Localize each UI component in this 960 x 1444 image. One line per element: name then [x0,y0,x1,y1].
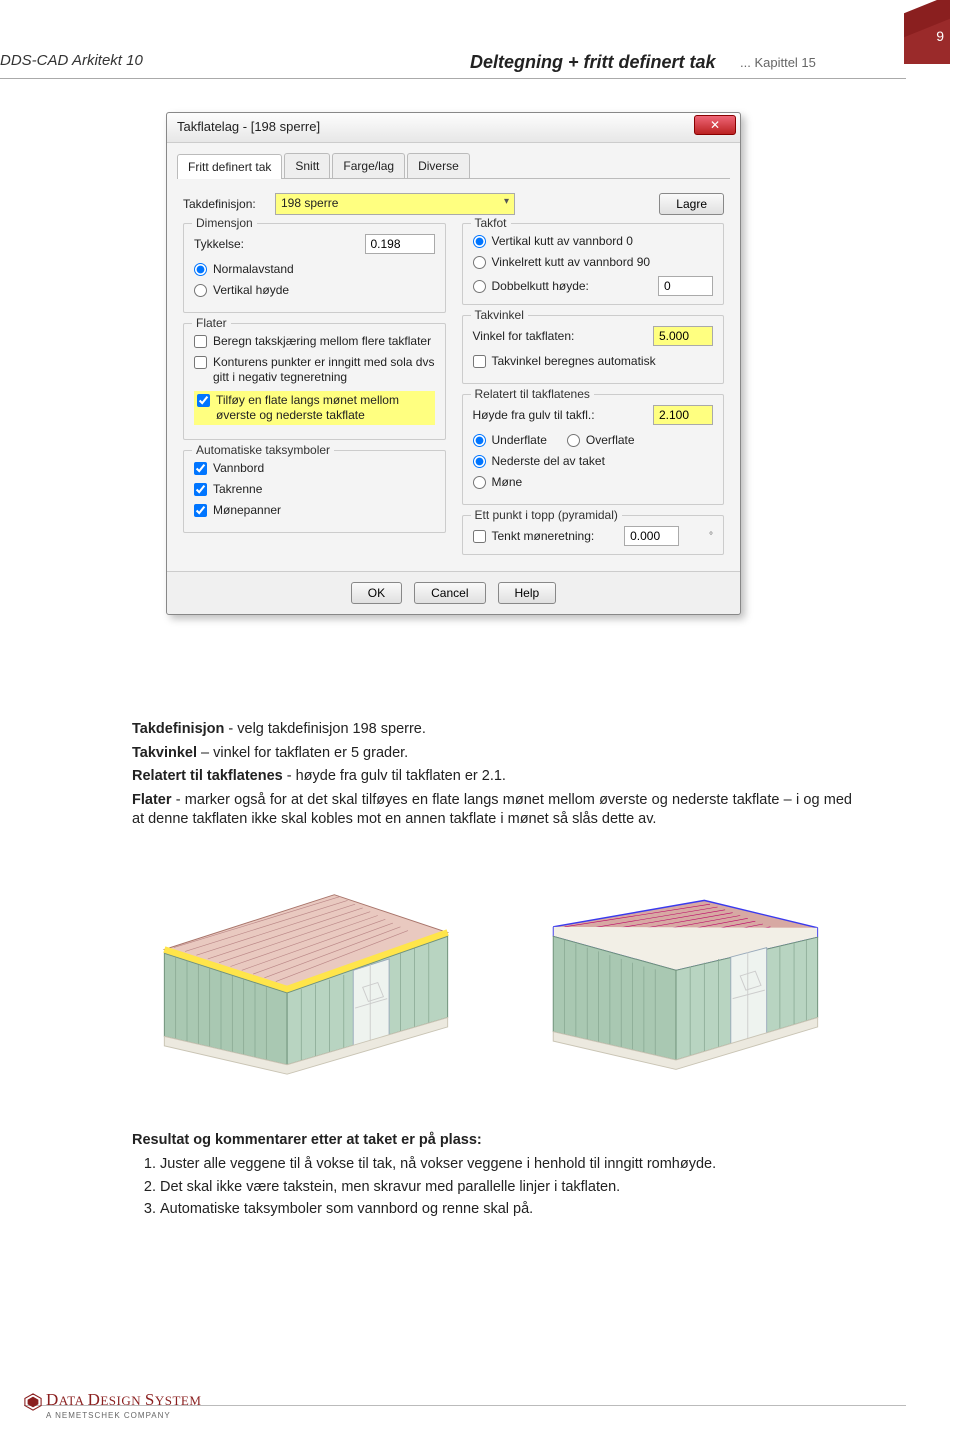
nederste-radio[interactable]: Nederste del av taket [473,454,714,469]
hoyde-label: Høyde fra gulv til takfl.: [473,408,595,422]
takflatelag-dialog: Takflatelag - [198 sperre] ✕ Fritt defin… [166,112,741,615]
takdefinisjon-row: Takdefinisjon: 198 sperre Lagre [183,193,724,215]
kontur-checkbox[interactable]: Konturens punkter er inngitt med sola dv… [194,355,435,385]
tykkelse-label: Tykkelse: [194,237,244,251]
logo-subtitle: A NEMETSCHEK COMPANY [46,1411,201,1420]
takfot-title: Takfot [471,216,511,230]
dialog-title: Takflatelag - [198 sperre] [177,119,320,134]
takdefinisjon-select[interactable]: 198 sperre [275,193,515,215]
tab-snitt[interactable]: Snitt [284,153,330,178]
logo-icon [24,1393,42,1411]
degree-icon: ° [709,531,713,542]
overflate-radio[interactable]: Overflate [567,433,635,448]
results-title: Resultat og kommentarer etter at taket e… [132,1130,852,1150]
takvinkel-auto-checkbox[interactable]: Takvinkel beregnes automatisk [473,354,714,369]
autosymboler-title: Automatiske taksymboler [192,443,334,457]
vannbord-checkbox[interactable]: Vannbord [194,461,435,476]
underflate-radio[interactable]: Underflate [473,433,547,448]
ok-button[interactable]: OK [351,582,402,604]
takrenne-checkbox[interactable]: Takrenne [194,482,435,497]
header-product: DDS-CAD Arkitekt 10 [0,52,143,69]
mone-radio[interactable]: Møne [473,475,714,490]
dialog-body: Takdefinisjon: 198 sperre Lagre Dimensjo… [167,179,740,571]
dobbelkutt-radio[interactable]: Dobbelkutt høyde: [473,279,589,294]
dobbelkutt-input[interactable] [658,276,713,296]
dimensjon-group: Dimensjon Tykkelse: Normalavstand Vertik… [183,223,446,313]
tab-fritt-definert-tak[interactable]: Fritt definert tak [177,154,282,179]
tilfoy-checkbox[interactable]: Tilføy en flate langs mønet mellom øvers… [194,391,435,425]
pyramidal-group: Ett punkt i topp (pyramidal) Tenkt møner… [462,515,725,555]
cancel-button[interactable]: Cancel [414,582,485,604]
tab-diverse[interactable]: Diverse [407,153,470,178]
autosymboler-group: Automatiske taksymboler Vannbord Takrenn… [183,450,446,533]
relatert-title: Relatert til takflatenes [471,387,594,401]
tenkt-input[interactable] [624,526,679,546]
header-chapter: ... Kapittel 15 [740,55,816,70]
flater-title: Flater [192,316,231,330]
dialog-footer: OK Cancel Help [167,571,740,614]
description-text: Takdefinisjon - velg takdefinisjon 198 s… [132,720,852,834]
page-number: 9 [936,28,944,44]
takvinkel-group: Takvinkel Vinkel for takflaten: Takvinke… [462,315,725,384]
shed-left [136,870,476,1080]
vinkelrett-kutt-90-radio[interactable]: Vinkelrett kutt av vannbord 90 [473,255,714,270]
relatert-group: Relatert til takflatenes Høyde fra gulv … [462,394,725,505]
dimensjon-title: Dimensjon [192,216,257,230]
tykkelse-input[interactable] [365,234,435,254]
tab-farge-lag[interactable]: Farge/lag [332,153,405,178]
tenkt-checkbox[interactable]: Tenkt møneretning: [473,529,595,544]
vinkel-label: Vinkel for takflaten: [473,329,575,343]
shed-illustrations [136,870,846,1080]
takvinkel-title: Takvinkel [471,308,528,322]
result-item-3: Automatiske taksymboler som vannbord og … [160,1199,852,1219]
beregn-checkbox[interactable]: Beregn takskjæring mellom flere takflate… [194,334,435,349]
takdefinisjon-label: Takdefinisjon: [183,197,267,211]
pyramidal-title: Ett punkt i topp (pyramidal) [471,508,622,522]
close-button[interactable]: ✕ [694,115,736,135]
monepanner-checkbox[interactable]: Mønepanner [194,503,435,518]
vertikal-hoyde-radio[interactable]: Vertikal høyde [194,283,435,298]
shed-right [506,870,846,1080]
vinkel-input[interactable] [653,326,713,346]
dialog-tabs: Fritt definert tak Snitt Farge/lag Diver… [177,153,730,179]
hoyde-input[interactable] [653,405,713,425]
page-number-badge: 9 [904,18,950,64]
dialog-titlebar[interactable]: Takflatelag - [198 sperre] ✕ [167,113,740,143]
result-item-1: Juster alle veggene til å vokse til tak,… [160,1154,852,1174]
help-button[interactable]: Help [498,582,557,604]
header-rule [0,78,906,79]
results-text: Resultat og kommentarer etter at taket e… [132,1130,852,1221]
result-item-2: Det skal ikke være takstein, men skravur… [160,1177,852,1197]
dds-logo: DATA DESIGN SYSTEM A NEMETSCHEK COMPANY [24,1390,201,1420]
flater-group: Flater Beregn takskjæring mellom flere t… [183,323,446,440]
header-title: Deltegning + fritt definert tak [470,52,716,73]
vertikal-kutt-0-radio[interactable]: Vertikal kutt av vannbord 0 [473,234,714,249]
lagre-button[interactable]: Lagre [659,193,724,215]
normalavstand-radio[interactable]: Normalavstand [194,262,435,277]
takfot-group: Takfot Vertikal kutt av vannbord 0 Vinke… [462,223,725,305]
